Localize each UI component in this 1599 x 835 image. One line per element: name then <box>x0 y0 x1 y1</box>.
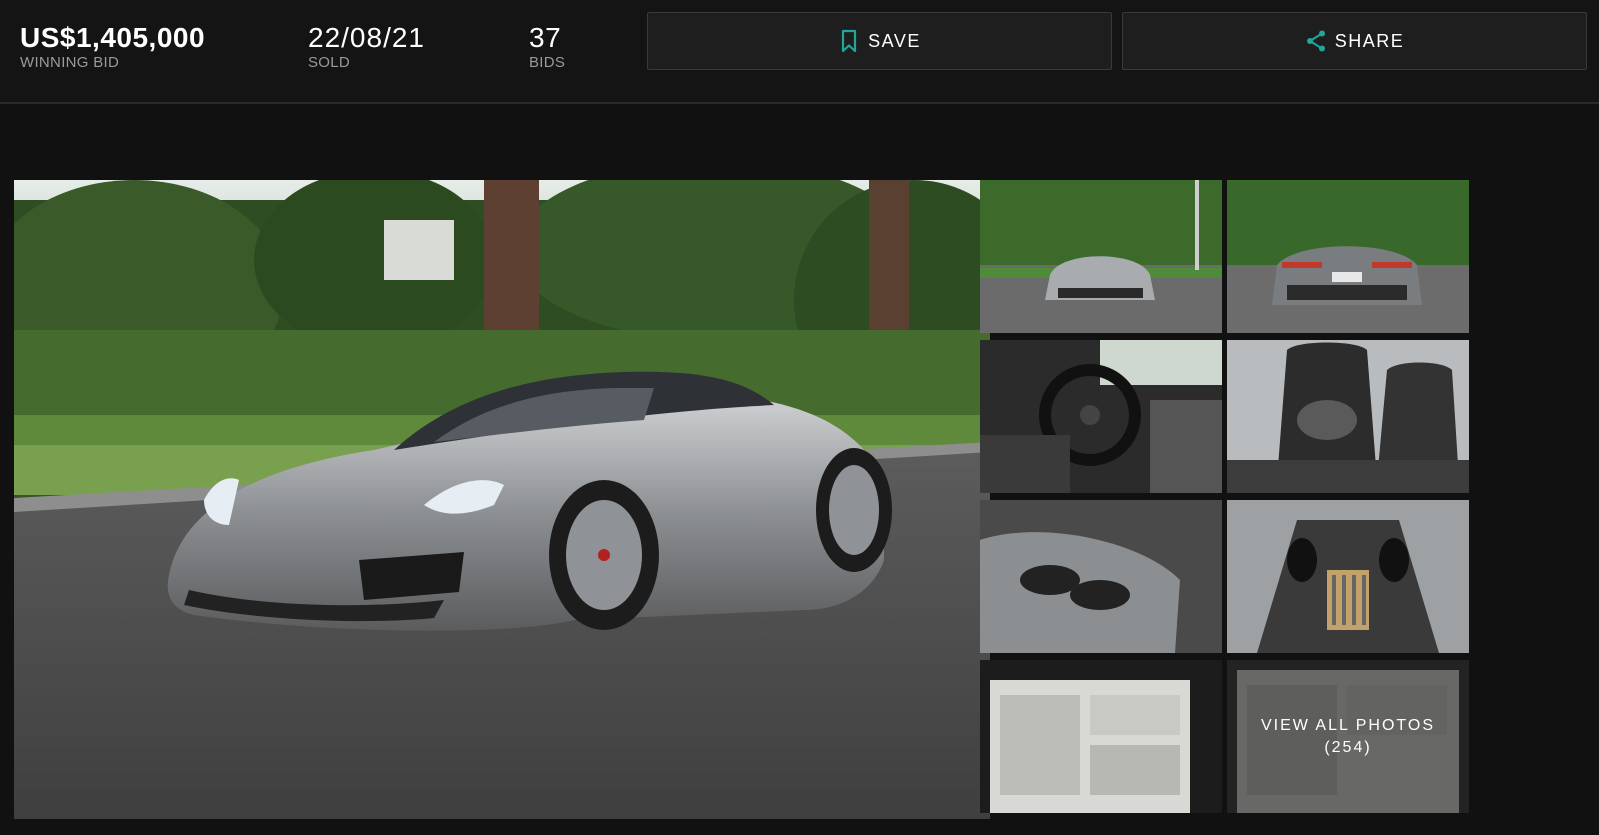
winning-bid-value: US$1,405,000 <box>20 22 206 53</box>
thumbnail-front-view[interactable] <box>980 180 1222 333</box>
sold-date-label: SOLD <box>308 54 351 71</box>
winning-bid-label: WINNING BID <box>20 54 120 71</box>
share-button-label: SHARE <box>1334 30 1405 51</box>
view-all-photos-tile[interactable]: VIEW ALL PHOTOS (254) <box>1227 660 1469 813</box>
bids-stat: 37 BIDS <box>529 22 565 72</box>
sold-date-value: 22/08/21 <box>308 22 425 53</box>
thumbnail-cockpit-view[interactable] <box>980 340 1222 493</box>
bookmark-icon <box>838 29 860 53</box>
share-button[interactable]: SHARE <box>1122 12 1587 70</box>
bids-count-value: 37 <box>529 22 562 53</box>
auction-summary-bar: US$1,405,000 WINNING BID 22/08/21 SOLD 3… <box>0 0 1599 104</box>
save-button-label: SAVE <box>868 30 921 51</box>
winning-bid-stat: US$1,405,000 WINNING BID <box>20 22 205 72</box>
thumbnail-seats-view[interactable] <box>1227 340 1469 493</box>
thumbnail-window-sticker-view[interactable] <box>980 660 1222 813</box>
view-all-photos-label: VIEW ALL PHOTOS <box>1260 716 1436 734</box>
thumbnail-engine-cover-view[interactable] <box>980 500 1222 653</box>
main-photo[interactable] <box>14 180 990 819</box>
thumbnail-rear-view[interactable] <box>1227 180 1469 333</box>
photo-count: (254) <box>1324 738 1372 756</box>
share-icon <box>1305 29 1327 53</box>
bids-count-label: BIDS <box>529 54 566 71</box>
view-all-photos-overlay[interactable]: VIEW ALL PHOTOS (254) <box>1227 660 1469 813</box>
save-button[interactable]: SAVE <box>647 12 1112 70</box>
thumbnail-engine-bay-view[interactable] <box>1227 500 1469 653</box>
sold-date-stat: 22/08/21 SOLD <box>308 22 425 72</box>
